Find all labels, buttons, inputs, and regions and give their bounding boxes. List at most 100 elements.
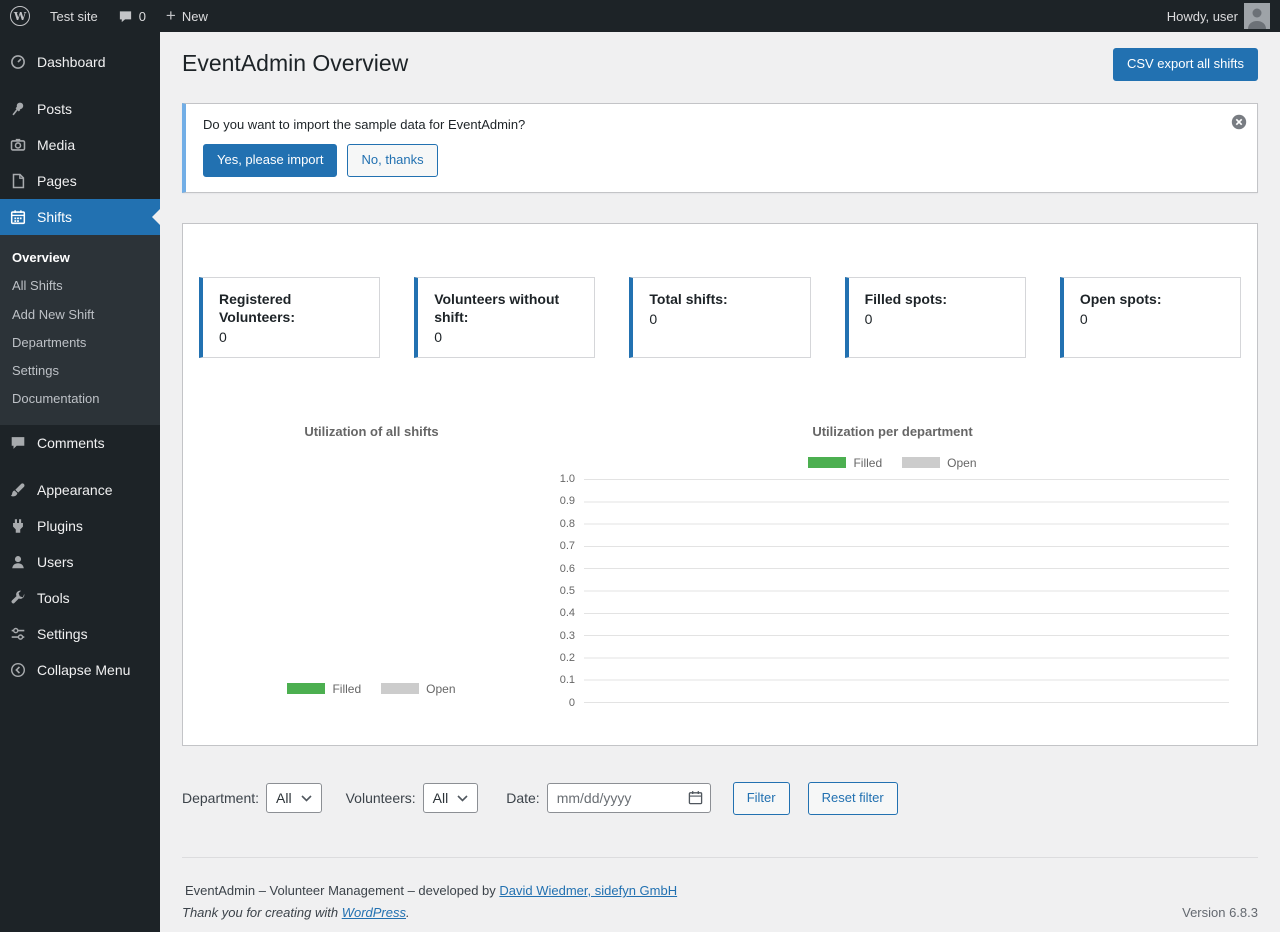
- sidebar-subitem-all-shifts[interactable]: All Shifts: [0, 272, 160, 300]
- sidebar-subitem-documentation[interactable]: Documentation: [0, 385, 160, 413]
- sidebar-item-appearance[interactable]: Appearance: [0, 472, 160, 508]
- admin-sidebar: Dashboard Posts Media Pages Shifts Overv…: [0, 32, 160, 932]
- csv-export-button[interactable]: CSV export all shifts: [1113, 48, 1258, 81]
- sidebar-item-label: Settings: [37, 625, 88, 643]
- utilization-all-shifts-chart: Utilization of all shifts Filled Open: [199, 424, 544, 696]
- volunteers-filter-label: Volunteers:: [346, 790, 416, 806]
- comment-bubble-icon: [118, 9, 133, 24]
- notice-buttons: Yes, please import No, thanks: [203, 144, 1213, 177]
- stat-card-total-shifts: Total shifts: 0: [629, 277, 810, 358]
- stat-value: 0: [865, 311, 1009, 327]
- date-input[interactable]: [547, 783, 711, 813]
- page-title: EventAdmin Overview: [182, 49, 408, 79]
- sidebar-item-pages[interactable]: Pages: [0, 163, 160, 199]
- filter-button[interactable]: Filter: [733, 782, 790, 815]
- legend-label: Filled: [332, 682, 361, 696]
- dismiss-notice-icon[interactable]: [1230, 113, 1248, 131]
- chart-gridlines: [584, 479, 1229, 703]
- sidebar-item-label: Pages: [37, 172, 77, 190]
- sidebar-item-tools[interactable]: Tools: [0, 580, 160, 616]
- pushpin-icon: [8, 99, 28, 119]
- sidebar-item-label: Posts: [37, 100, 72, 118]
- y-axis-labels: 1.0 0.9 0.8 0.7 0.6 0.5 0.4 0.3 0.2 0.1 …: [544, 479, 584, 703]
- new-content-menu[interactable]: + New: [156, 0, 218, 32]
- avatar: [1244, 3, 1270, 29]
- stat-label: Filled spots:: [865, 290, 1009, 308]
- sidebar-item-media[interactable]: Media: [0, 127, 160, 163]
- version-label: Version 6.8.3: [1182, 905, 1258, 920]
- menu-separator: [0, 461, 160, 472]
- sidebar-subitem-overview[interactable]: Overview: [0, 244, 160, 272]
- legend-item-filled[interactable]: Filled: [808, 456, 882, 470]
- my-account-menu[interactable]: Howdy, user: [1157, 0, 1280, 32]
- sidebar-item-label: Collapse Menu: [37, 661, 130, 679]
- sidebar-item-comments[interactable]: Comments: [0, 425, 160, 461]
- volunteers-select[interactable]: All: [423, 783, 479, 813]
- credit-text: EventAdmin – Volunteer Management – deve…: [185, 883, 499, 898]
- site-name-label: Test site: [50, 9, 98, 24]
- page-header: EventAdmin Overview CSV export all shift…: [182, 48, 1258, 81]
- chevron-down-icon: [457, 795, 468, 802]
- site-name-menu[interactable]: Test site: [40, 0, 108, 32]
- calendar-icon: [8, 207, 28, 227]
- plus-icon: +: [166, 7, 176, 24]
- new-label: New: [182, 9, 208, 24]
- sidebar-subitem-add-new-shift[interactable]: Add New Shift: [0, 301, 160, 329]
- department-select[interactable]: All: [266, 783, 322, 813]
- collapse-menu-button[interactable]: Collapse Menu: [0, 652, 160, 688]
- sidebar-item-label: Shifts: [37, 208, 72, 226]
- sidebar-item-label: Appearance: [37, 481, 113, 499]
- sidebar-item-plugins[interactable]: Plugins: [0, 508, 160, 544]
- sidebar-item-label: Plugins: [37, 517, 83, 535]
- stat-card-open-spots: Open spots: 0: [1060, 277, 1241, 358]
- wordpress-logo-icon: W: [10, 6, 30, 26]
- wordpress-link[interactable]: WordPress: [342, 905, 406, 920]
- bar-chart-plot: 1.0 0.9 0.8 0.7 0.6 0.5 0.4 0.3 0.2 0.1 …: [544, 479, 1241, 703]
- developer-link[interactable]: David Wiedmer, sidefyn GmbH: [499, 883, 677, 898]
- notice-message: Do you want to import the sample data fo…: [203, 117, 1213, 132]
- legend-item-open[interactable]: Open: [902, 456, 976, 470]
- stat-value: 0: [649, 311, 793, 327]
- comments-icon: [8, 433, 28, 453]
- comments-shortcut[interactable]: 0: [108, 0, 156, 32]
- import-no-button[interactable]: No, thanks: [347, 144, 437, 177]
- import-notice: Do you want to import the sample data fo…: [182, 103, 1258, 193]
- wrench-icon: [8, 588, 28, 608]
- sidebar-item-shifts[interactable]: Shifts: [0, 199, 160, 235]
- sidebar-item-label: Tools: [37, 589, 70, 607]
- plug-icon: [8, 516, 28, 536]
- chart-title: Utilization of all shifts: [199, 424, 544, 439]
- chart-legend: Filled Open: [199, 682, 544, 696]
- legend-item-open[interactable]: Open: [381, 682, 455, 696]
- legend-label: Open: [947, 456, 976, 470]
- department-select-value: All: [276, 790, 292, 806]
- main-content: EventAdmin Overview CSV export all shift…: [160, 32, 1280, 857]
- howdy-label: Howdy, user: [1167, 9, 1238, 24]
- open-swatch: [902, 457, 940, 468]
- reset-filter-button[interactable]: Reset filter: [808, 782, 898, 815]
- sidebar-item-label: Users: [37, 553, 74, 571]
- document-icon: [8, 171, 28, 191]
- chart-title: Utilization per department: [544, 424, 1241, 439]
- stat-value: 0: [434, 329, 578, 345]
- stat-label: Total shifts:: [649, 290, 793, 308]
- stats-row: Registered Volunteers: 0 Volunteers with…: [199, 277, 1241, 358]
- legend-item-filled[interactable]: Filled: [287, 682, 361, 696]
- sidebar-subitem-settings[interactable]: Settings: [0, 357, 160, 385]
- dashboard-icon: [8, 52, 28, 72]
- open-swatch: [381, 683, 419, 694]
- admin-bar: W Test site 0 + New Howdy, user: [0, 0, 1280, 32]
- sidebar-item-dashboard[interactable]: Dashboard: [0, 44, 160, 80]
- overview-panel: Registered Volunteers: 0 Volunteers with…: [182, 223, 1258, 746]
- stat-label: Volunteers without shift:: [434, 290, 578, 326]
- import-yes-button[interactable]: Yes, please import: [203, 144, 337, 177]
- filled-swatch: [287, 683, 325, 694]
- shifts-submenu: Overview All Shifts Add New Shift Depart…: [0, 235, 160, 425]
- sidebar-item-users[interactable]: Users: [0, 544, 160, 580]
- content-area: EventAdmin Overview CSV export all shift…: [160, 0, 1280, 932]
- sidebar-subitem-departments[interactable]: Departments: [0, 329, 160, 357]
- sidebar-item-label: Comments: [37, 434, 105, 452]
- sidebar-item-posts[interactable]: Posts: [0, 91, 160, 127]
- wordpress-menu[interactable]: W: [0, 0, 40, 32]
- sidebar-item-settings[interactable]: Settings: [0, 616, 160, 652]
